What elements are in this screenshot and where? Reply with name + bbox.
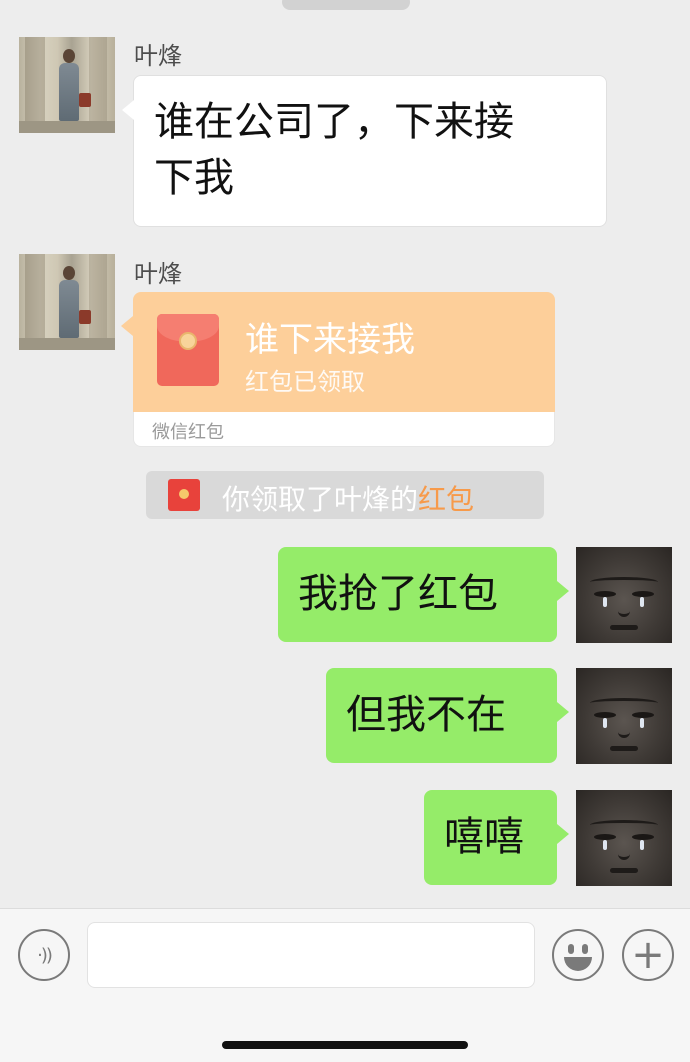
sender-avatar[interactable] xyxy=(19,37,115,133)
red-packet-status: 红包已领取 xyxy=(245,368,365,396)
red-packet-label: 微信红包 xyxy=(152,422,224,443)
message-bubble-sent[interactable]: 我抢了红包 xyxy=(278,547,569,642)
system-notice-text: 你领取了叶烽的红包 xyxy=(222,478,474,518)
system-notice: 你领取了叶烽的红包 xyxy=(146,471,544,519)
emoji-button[interactable] xyxy=(552,929,604,981)
red-packet-card[interactable]: 谁下来接我 红包已领取 微信红包 xyxy=(121,292,555,447)
sender-avatar[interactable] xyxy=(19,254,115,350)
sender-name: 叶烽 xyxy=(134,260,182,288)
message-text: 但我不在 xyxy=(346,692,506,738)
message-bubble-sent[interactable]: 嘻嘻 xyxy=(424,790,569,885)
plus-icon: + xyxy=(631,932,665,978)
home-indicator xyxy=(222,1041,468,1049)
system-notice-body: 你领取了叶烽的 xyxy=(222,483,419,516)
message-text: 嘻嘻 xyxy=(444,814,524,860)
message-bubble-sent[interactable]: 但我不在 xyxy=(326,668,569,763)
sender-name: 叶烽 xyxy=(134,42,182,70)
my-avatar[interactable] xyxy=(576,668,672,764)
my-avatar[interactable] xyxy=(576,790,672,886)
bubble-tail xyxy=(557,824,569,844)
message-bubble-received[interactable]: 谁在公司了，下来接 下我 xyxy=(122,75,607,227)
bubble-tail xyxy=(557,702,569,722)
red-packet-footer: 微信红包 xyxy=(133,412,555,447)
emoji-icon xyxy=(554,931,602,979)
bubble-tail xyxy=(121,316,133,336)
message-text: 谁在公司了，下来接 下我 xyxy=(154,99,514,201)
red-packet-link[interactable]: 红包 xyxy=(418,483,474,516)
message-text: 我抢了红包 xyxy=(298,571,498,617)
voice-icon: ·)) xyxy=(37,944,53,966)
bubble-tail xyxy=(122,100,134,120)
top-handle xyxy=(282,0,410,10)
red-envelope-icon xyxy=(168,479,200,511)
red-packet-title: 谁下来接我 xyxy=(245,320,415,360)
red-packet-header: 谁下来接我 红包已领取 xyxy=(133,292,555,412)
my-avatar[interactable] xyxy=(576,547,672,643)
voice-button[interactable]: ·)) xyxy=(18,929,70,981)
plus-button[interactable]: + xyxy=(622,929,674,981)
red-envelope-icon xyxy=(157,314,219,386)
input-bar: ·)) + xyxy=(0,908,690,1062)
message-input[interactable] xyxy=(87,922,535,988)
bubble-tail xyxy=(557,581,569,601)
